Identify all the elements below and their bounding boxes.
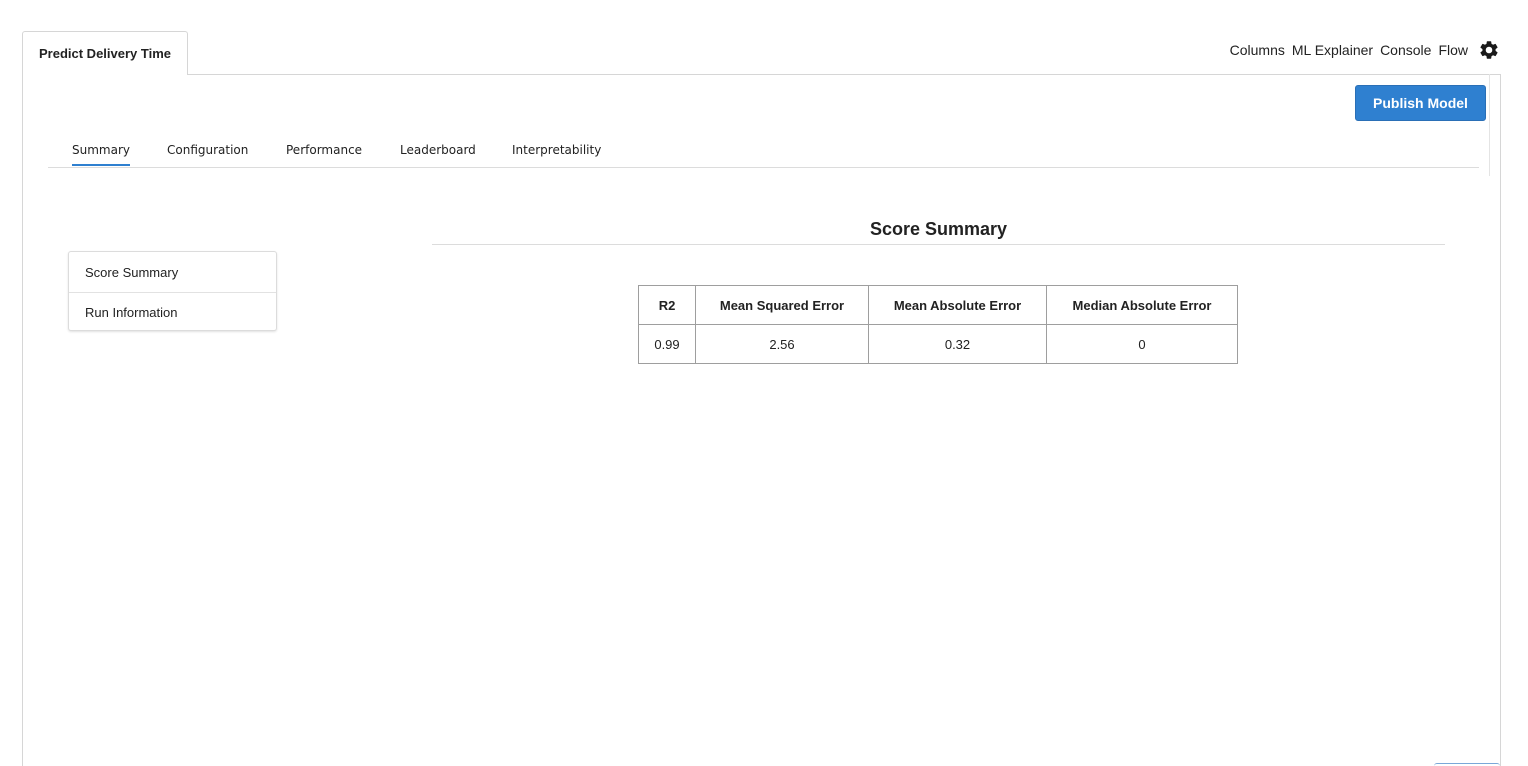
side-item-label: Run Information — [85, 305, 178, 320]
cell-mse: 2.56 — [695, 324, 869, 364]
tab-label: Predict Delivery Time — [39, 46, 171, 61]
main-panel — [22, 74, 1501, 766]
page: Predict Delivery Time Columns ML Explain… — [0, 0, 1528, 766]
column-header-r2: R2 — [638, 285, 696, 325]
column-header-mae: Mean Absolute Error — [868, 285, 1047, 325]
nav-columns[interactable]: Columns — [1230, 42, 1285, 58]
publish-model-button[interactable]: Publish Model — [1355, 85, 1486, 121]
tab-predict-delivery-time[interactable]: Predict Delivery Time — [22, 31, 188, 75]
panel-divider — [1489, 74, 1490, 176]
side-nav-list: Score Summary Run Information — [68, 251, 277, 331]
nav-flow[interactable]: Flow — [1438, 42, 1468, 58]
subtab-bar: Summary Configuration Performance Leader… — [48, 140, 1479, 168]
column-header-median-ae: Median Absolute Error — [1046, 285, 1238, 325]
tab-leaderboard[interactable]: Leaderboard — [400, 143, 476, 166]
cell-median-ae: 0 — [1046, 324, 1238, 364]
tab-summary[interactable]: Summary — [72, 143, 130, 166]
nav-ml-explainer[interactable]: ML Explainer — [1292, 42, 1373, 58]
score-table: R2 Mean Squared Error Mean Absolute Erro… — [638, 285, 1238, 364]
cell-r2: 0.99 — [638, 324, 696, 364]
side-item-label: Score Summary — [85, 264, 179, 280]
gear-icon[interactable] — [1478, 39, 1500, 61]
table-row: 0.99 2.56 0.32 0 — [638, 324, 1238, 364]
tab-interpretability[interactable]: Interpretability — [512, 143, 601, 166]
column-header-mse: Mean Squared Error — [695, 285, 869, 325]
nav-console[interactable]: Console — [1380, 42, 1431, 58]
score-summary-title: Score Summary — [432, 216, 1445, 245]
cell-mae: 0.32 — [868, 324, 1047, 364]
side-item-run-information[interactable]: Run Information — [69, 292, 276, 332]
tab-performance[interactable]: Performance — [286, 143, 362, 166]
side-item-score-summary[interactable]: Score Summary — [69, 252, 276, 292]
table-header-row: R2 Mean Squared Error Mean Absolute Erro… — [638, 285, 1238, 325]
tab-configuration[interactable]: Configuration — [167, 143, 248, 166]
top-nav: Columns ML Explainer Console Flow — [1230, 36, 1500, 64]
